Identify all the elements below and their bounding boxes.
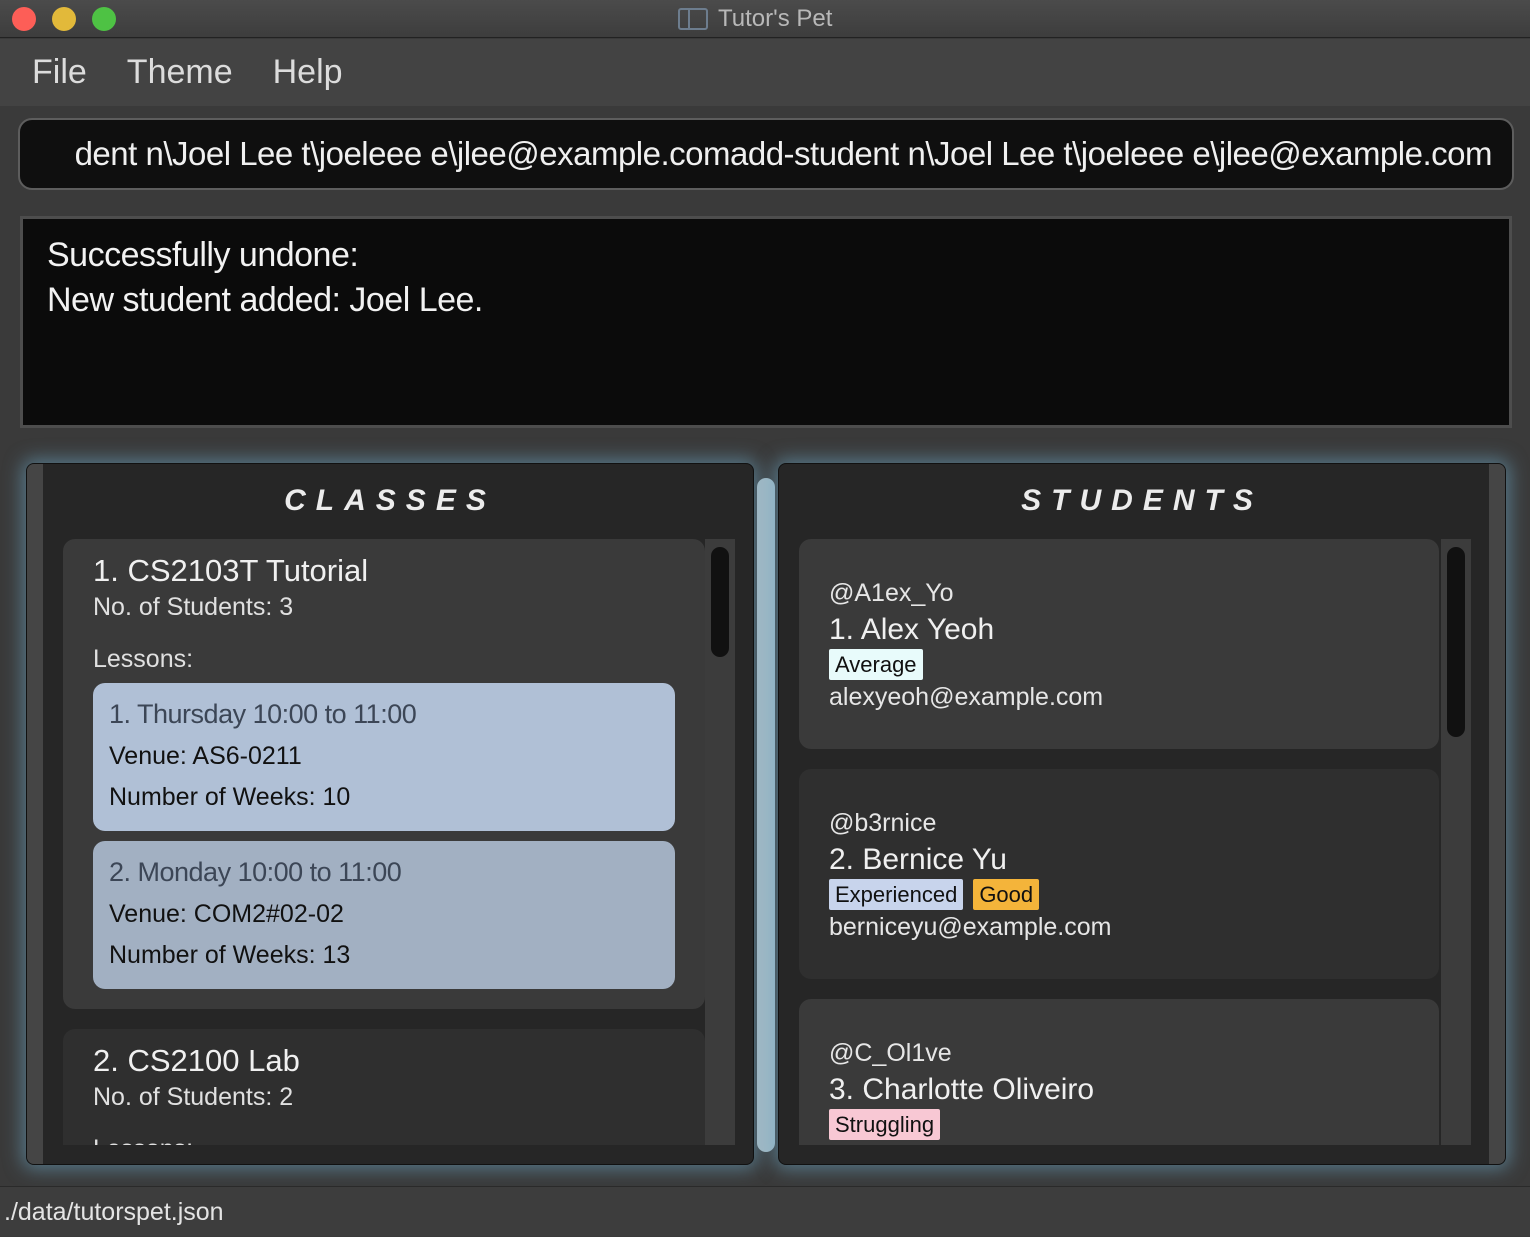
maximize-window-button[interactable] <box>92 7 116 31</box>
student-name: 3. Charlotte Oliveiro <box>829 1073 1095 1106</box>
window-title: Tutor's Pet <box>678 4 832 34</box>
result-line-2: New student added: Joel Lee. <box>47 281 483 319</box>
lesson-title: 2. Monday 10:00 to 11:00 <box>109 857 402 887</box>
student-tags: Experienced Good <box>829 879 1040 910</box>
class-list: 1. CS2103T Tutorial No. of Students: 3 L… <box>63 539 735 1145</box>
close-window-button[interactable] <box>12 7 36 31</box>
student-list: @A1ex_Yo 1. Alex Yeoh Average alexyeoh@e… <box>799 539 1471 1145</box>
class-name: 2. CS2100 Lab <box>93 1043 300 1078</box>
class-student-count: No. of Students: 2 <box>93 1083 294 1111</box>
lessons-label: Lessons: <box>93 1135 193 1145</box>
tag-average: Average <box>829 649 923 680</box>
student-card[interactable]: @A1ex_Yo 1. Alex Yeoh Average alexyeoh@e… <box>799 539 1439 749</box>
status-bar: ./data/tutorspet.json <box>0 1186 1530 1236</box>
classes-panel: CLASSES 1. CS2103T Tutorial No. of Stude… <box>26 463 754 1165</box>
window-title-text: Tutor's Pet <box>718 5 833 32</box>
result-display: Successfully undone: New student added: … <box>20 216 1512 428</box>
class-card[interactable]: 2. CS2100 Lab No. of Students: 2 Lessons… <box>63 1029 705 1145</box>
menu-bar: File Theme Help <box>0 39 1530 106</box>
class-name: 1. CS2103T Tutorial <box>93 553 369 588</box>
students-scrollbar[interactable] <box>1441 539 1471 1145</box>
classes-scroll-thumb[interactable] <box>711 547 729 657</box>
lesson-weeks: Number of Weeks: 13 <box>109 941 351 969</box>
student-tags: Struggling <box>829 1109 941 1140</box>
student-card[interactable]: @b3rnice 2. Bernice Yu Experienced Good … <box>799 769 1439 979</box>
command-box <box>18 118 1514 190</box>
lesson-title: 1. Thursday 10:00 to 11:00 <box>109 699 417 729</box>
classes-title: CLASSES <box>284 484 496 517</box>
tag-good: Good <box>973 879 1040 910</box>
students-scroll-thumb[interactable] <box>1447 547 1465 737</box>
panel-edge <box>1489 464 1505 1164</box>
command-input[interactable] <box>20 120 1512 188</box>
student-email: berniceyu@example.com <box>829 913 1112 941</box>
title-bar: Tutor's Pet <box>0 0 1530 38</box>
tag-experienced: Experienced <box>829 879 964 910</box>
menu-file[interactable]: File <box>12 53 107 92</box>
student-name: 1. Alex Yeoh <box>829 613 995 646</box>
lesson-venue: Venue: AS6-0211 <box>109 742 302 770</box>
lesson-venue: Venue: COM2#02-02 <box>109 900 344 928</box>
student-tags: Average <box>829 649 923 680</box>
student-name: 2. Bernice Yu <box>829 843 1007 876</box>
student-handle: @C_Ol1ve <box>829 1039 952 1067</box>
students-panel: STUDENTS @A1ex_Yo 1. Alex Yeoh Average a… <box>778 463 1506 1165</box>
menu-theme[interactable]: Theme <box>107 53 253 92</box>
students-title: STUDENTS <box>1021 484 1263 517</box>
lesson-card[interactable]: 1. Thursday 10:00 to 11:00 Venue: AS6-02… <box>93 683 675 831</box>
lessons-label: Lessons: <box>93 645 194 673</box>
panel-edge <box>27 464 43 1164</box>
result-line-1: Successfully undone: <box>47 236 359 274</box>
class-student-count: No. of Students: 3 <box>93 593 294 621</box>
lesson-card[interactable]: 2. Monday 10:00 to 11:00 Venue: COM2#02-… <box>93 841 675 989</box>
lesson-weeks: Number of Weeks: 10 <box>109 783 351 811</box>
student-card[interactable]: @C_Ol1ve 3. Charlotte Oliveiro Strugglin… <box>799 999 1439 1145</box>
classes-scrollbar[interactable] <box>705 539 735 1145</box>
tag-struggling: Struggling <box>829 1109 941 1140</box>
data-file-path: ./data/tutorspet.json <box>4 1198 224 1226</box>
book-icon <box>678 8 708 30</box>
minimize-window-button[interactable] <box>52 7 76 31</box>
student-handle: @A1ex_Yo <box>829 579 954 607</box>
student-handle: @b3rnice <box>829 809 937 837</box>
menu-help[interactable]: Help <box>253 53 363 92</box>
panel-splitter[interactable] <box>757 478 775 1152</box>
class-card[interactable]: 1. CS2103T Tutorial No. of Students: 3 L… <box>63 539 705 1009</box>
student-email: alexyeoh@example.com <box>829 683 1104 711</box>
